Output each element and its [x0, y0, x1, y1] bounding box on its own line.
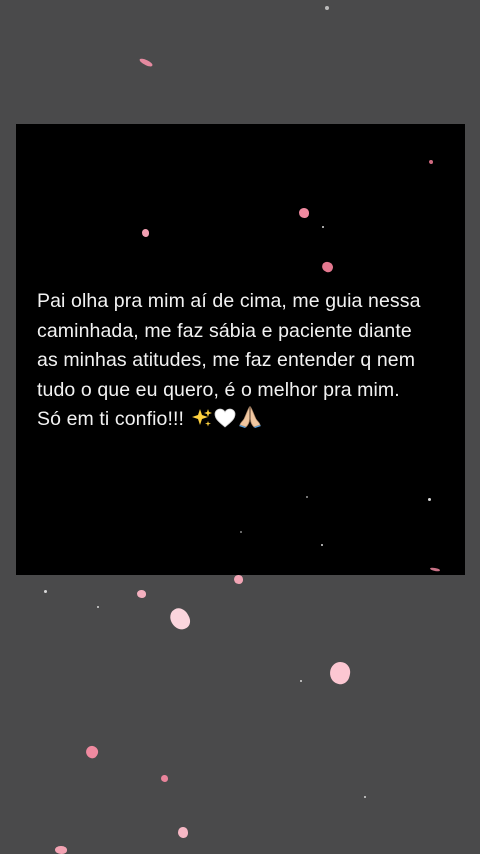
- petal-decoration: [83, 743, 101, 761]
- petal-decoration: [166, 604, 194, 634]
- petal-decoration: [429, 160, 433, 164]
- white-heart-icon: [214, 408, 236, 438]
- video-frame: Pai olha pra mim aí de cima, me guia nes…: [0, 0, 480, 854]
- sparkle-speck: [97, 606, 99, 608]
- quote-line: as minhas atitudes, me faz entender q ne…: [37, 349, 416, 371]
- sparkle-speck: [364, 796, 366, 798]
- quote-line: caminhada, me faz sábia e paciente diant…: [37, 319, 412, 342]
- sparkle-speck: [300, 680, 302, 682]
- petal-decoration: [137, 590, 146, 598]
- quote-line: Só em ti confio!!!: [37, 408, 185, 430]
- quote-line: Pai olha pra mim aí de cima, me guia nes…: [37, 290, 421, 312]
- sparkles-icon: [192, 408, 213, 438]
- quote-line-last: Só em ti confio!!!: [37, 405, 457, 438]
- petal-decoration: [178, 827, 188, 838]
- petal-decoration: [138, 57, 154, 68]
- emoji-group: [192, 405, 264, 438]
- petal-decoration: [327, 659, 353, 687]
- sparkle-speck: [240, 531, 242, 533]
- quote-line: tudo o que eu quero, é o melhor pra mim.: [37, 378, 400, 401]
- sparkle-speck: [44, 590, 47, 593]
- quote-text: Pai olha pra mim aí de cima, me guia nes…: [37, 287, 457, 438]
- petal-decoration: [320, 260, 335, 274]
- sparkle-speck: [322, 226, 324, 228]
- petal-decoration: [142, 229, 149, 237]
- quote-card: Pai olha pra mim aí de cima, me guia nes…: [16, 124, 465, 575]
- petal-decoration: [161, 775, 168, 782]
- folded-hands-icon: [238, 405, 262, 438]
- sparkle-speck: [321, 544, 323, 546]
- petal-decoration: [299, 208, 309, 218]
- sparkle-speck: [306, 496, 308, 498]
- sparkle-speck: [325, 6, 329, 10]
- sparkle-speck: [428, 498, 431, 501]
- petal-decoration: [234, 575, 243, 584]
- petal-decoration: [55, 846, 67, 854]
